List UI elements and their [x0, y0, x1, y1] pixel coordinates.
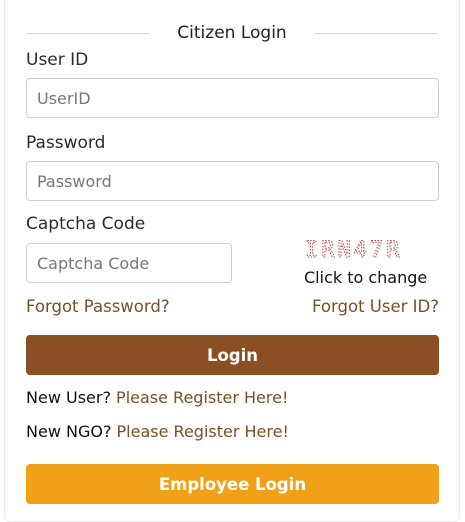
user-id-input[interactable]	[26, 78, 439, 118]
new-user-prefix: New User?	[26, 388, 111, 407]
captcha-input[interactable]	[26, 243, 232, 283]
password-input[interactable]	[26, 161, 439, 201]
new-user-register-line: New User? Please Register Here!	[26, 387, 288, 409]
captcha-image[interactable]: IRN47R	[304, 236, 438, 263]
change-captcha-link[interactable]: Click to change	[304, 267, 427, 289]
new-user-register-link[interactable]: Please Register Here!	[116, 388, 288, 407]
forgot-user-id-link[interactable]: Forgot User ID?	[312, 296, 439, 318]
forgot-password-link[interactable]: Forgot Password?	[26, 296, 170, 318]
captcha-label: Captcha Code	[26, 214, 146, 234]
captcha-code-text: IRN47R	[305, 238, 402, 262]
user-id-label: User ID	[26, 50, 89, 70]
login-button[interactable]: Login	[26, 335, 439, 375]
login-title-legend: Citizen Login	[26, 22, 438, 44]
new-ngo-register-link[interactable]: Please Register Here!	[117, 422, 289, 441]
password-label: Password	[26, 133, 106, 153]
login-title: Citizen Login	[177, 23, 287, 43]
new-ngo-register-line: New NGO? Please Register Here!	[26, 421, 289, 443]
new-ngo-prefix: New NGO?	[26, 422, 112, 441]
employee-login-button[interactable]: Employee Login	[26, 464, 439, 504]
